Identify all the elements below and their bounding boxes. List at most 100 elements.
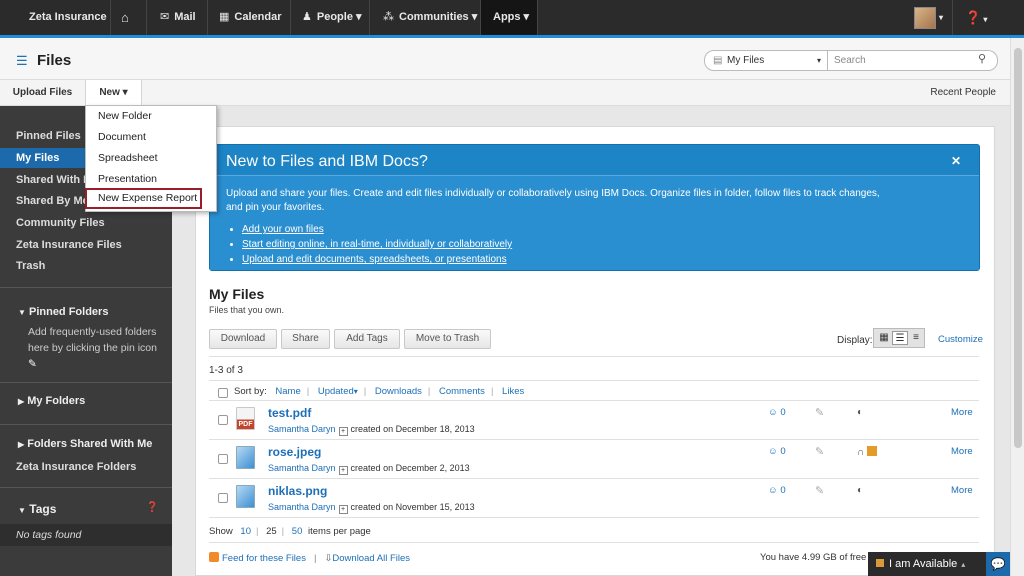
search-input[interactable]: Search (828, 50, 998, 71)
user-avatar[interactable] (914, 7, 936, 29)
row-checkbox[interactable] (218, 415, 228, 425)
more-link[interactable]: More (951, 485, 973, 496)
banner-links: Add your own files Start editing online,… (226, 223, 979, 267)
comments-count[interactable]: ☺ 0 (768, 407, 786, 418)
add-tags-button[interactable]: Add Tags (334, 329, 400, 349)
help-icon[interactable]: ❓ (146, 502, 158, 513)
page-size-10[interactable]: 10 (240, 526, 251, 537)
new-menu-button[interactable]: New ▾ (86, 80, 142, 105)
banner-link-start-editing[interactable]: Start editing online, in real-time, indi… (242, 238, 979, 252)
details-view-icon[interactable]: ☰ (892, 331, 908, 345)
created-date: created on December 2, 2013 (350, 463, 470, 473)
help-icon[interactable]: ❓ ▾ (965, 0, 987, 35)
comment-icon: ☺ (768, 407, 778, 418)
move-to-trash-button[interactable]: Move to Trash (404, 329, 491, 349)
divider (209, 356, 979, 357)
brand-name[interactable]: Zeta Insurance (29, 0, 107, 35)
new-button-label: New (99, 87, 120, 98)
banner-link-upload-edit[interactable]: Upload and edit documents, spreadsheets,… (242, 253, 979, 267)
comments-value: 0 (780, 485, 786, 496)
nav-mail[interactable]: ✉ Mail (160, 0, 196, 35)
download-all-link[interactable]: Download All Files (332, 553, 410, 564)
mail-icon: ✉ (160, 11, 170, 23)
nav-people[interactable]: ♟ People ▾ (302, 0, 362, 35)
chevron-down-icon[interactable]: ▾ (939, 0, 943, 35)
banner-link-add-files[interactable]: Add your own files (242, 223, 979, 237)
separator: | (490, 386, 494, 397)
vcard-icon[interactable]: + (338, 505, 348, 514)
row-checkbox[interactable] (218, 493, 228, 503)
sort-updated[interactable]: Updated (318, 386, 354, 397)
no-tags-message: No tags found (0, 524, 172, 546)
customize-link[interactable]: Customize (938, 334, 983, 345)
pinned-folders-toggle[interactable]: ▼ Pinned Folders (0, 306, 172, 318)
table-row: rose.jpeg Samantha Daryn + created on Dece… (209, 440, 979, 479)
share-button[interactable]: Share (281, 329, 330, 349)
search-scope-select[interactable]: ▤ My Files ▾ (704, 50, 828, 71)
document-icon: ▤ (713, 55, 723, 66)
expanded-arrow-icon: ▼ (18, 308, 26, 317)
pin-icon[interactable]: ✎ (815, 484, 824, 497)
vcard-icon[interactable]: + (338, 466, 348, 475)
pin-icon[interactable]: ✎ (815, 406, 824, 419)
comments-count[interactable]: ☺ 0 (768, 446, 786, 457)
chat-icon[interactable]: 💬 (986, 552, 1010, 576)
grid-view-icon[interactable]: ▦ (876, 331, 892, 345)
nav-apps[interactable]: Apps ▾ (481, 0, 537, 35)
file-name-link[interactable]: niklas.png (268, 484, 327, 498)
feed-link[interactable]: Feed for these Files (222, 553, 306, 564)
page-size-50[interactable]: 50 (292, 526, 303, 537)
tags-heading: Tags (29, 502, 57, 516)
pdf-file-icon[interactable]: PDF (236, 407, 255, 430)
nav-calendar[interactable]: ▦ Calendar (219, 0, 281, 35)
my-folders-toggle[interactable]: ▶ My Folders (0, 395, 172, 407)
chat-status-bar[interactable]: I am Available ▴ (868, 552, 986, 576)
pin-icon[interactable]: ✎ (815, 445, 824, 458)
divider (290, 0, 291, 35)
download-button[interactable]: Download (209, 329, 277, 349)
comments-count[interactable]: ☺ 0 (768, 485, 786, 496)
vcard-icon[interactable]: + (338, 427, 348, 436)
menu-item-presentation[interactable]: Presentation (86, 169, 216, 190)
menu-item-new-expense-report[interactable]: New Expense Report (85, 188, 202, 209)
close-icon[interactable]: ✕ (951, 154, 961, 168)
author-link[interactable]: Samantha Daryn (268, 502, 336, 512)
sort-downloads[interactable]: Downloads (375, 386, 422, 397)
author-link[interactable]: Samantha Daryn (268, 424, 336, 434)
top-nav-bar: Zeta Insurance ⌂ ✉ Mail ▦ Calendar ♟ People… (0, 0, 1024, 38)
upload-files-button[interactable]: Upload Files (0, 80, 86, 105)
sort-name[interactable]: Name (275, 386, 300, 397)
menu-item-new-folder[interactable]: New Folder (86, 106, 216, 127)
list-view-icon[interactable]: ≡ (908, 331, 924, 345)
menu-item-spreadsheet[interactable]: Spreadsheet (86, 148, 216, 169)
nav-communities[interactable]: ⁂ Communities ▾ (383, 0, 477, 35)
home-icon[interactable]: ⌂ (121, 0, 129, 35)
sidebar-item-zeta-files[interactable]: Zeta Insurance Files (0, 235, 172, 255)
row-checkbox[interactable] (218, 454, 228, 464)
image-file-icon[interactable] (236, 446, 255, 469)
divider (209, 517, 979, 518)
table-row: PDF test.pdf Samantha Daryn + created on D… (209, 401, 979, 440)
search-icon[interactable]: ⚲ (978, 52, 986, 65)
sidebar-item-trash[interactable]: Trash (0, 256, 172, 276)
file-name-link[interactable]: rose.jpeg (268, 445, 321, 459)
scrollbar[interactable] (1010, 38, 1024, 576)
more-link[interactable]: More (951, 407, 973, 418)
section-subtitle: Files that you own. (209, 305, 285, 315)
image-file-icon[interactable] (236, 485, 255, 508)
menu-item-document[interactable]: Document (86, 127, 216, 148)
sidebar-item-zeta-folders[interactable]: Zeta Insurance Folders (0, 457, 172, 477)
per-page-label: items per page (308, 526, 371, 537)
edit-badge-icon (866, 446, 877, 456)
visibility-icon: ◐ (857, 485, 864, 496)
sort-likes[interactable]: Likes (502, 386, 524, 397)
sidebar-item-community-files[interactable]: Community Files (0, 213, 172, 233)
select-all-checkbox[interactable] (218, 388, 228, 398)
recent-people-link[interactable]: Recent People (930, 80, 996, 105)
more-link[interactable]: More (951, 446, 973, 457)
scrollbar-thumb[interactable] (1014, 48, 1022, 448)
author-link[interactable]: Samantha Daryn (268, 463, 336, 473)
sort-comments[interactable]: Comments (439, 386, 485, 397)
folders-shared-toggle[interactable]: ▶ Folders Shared With Me (0, 438, 172, 450)
file-name-link[interactable]: test.pdf (268, 406, 311, 420)
